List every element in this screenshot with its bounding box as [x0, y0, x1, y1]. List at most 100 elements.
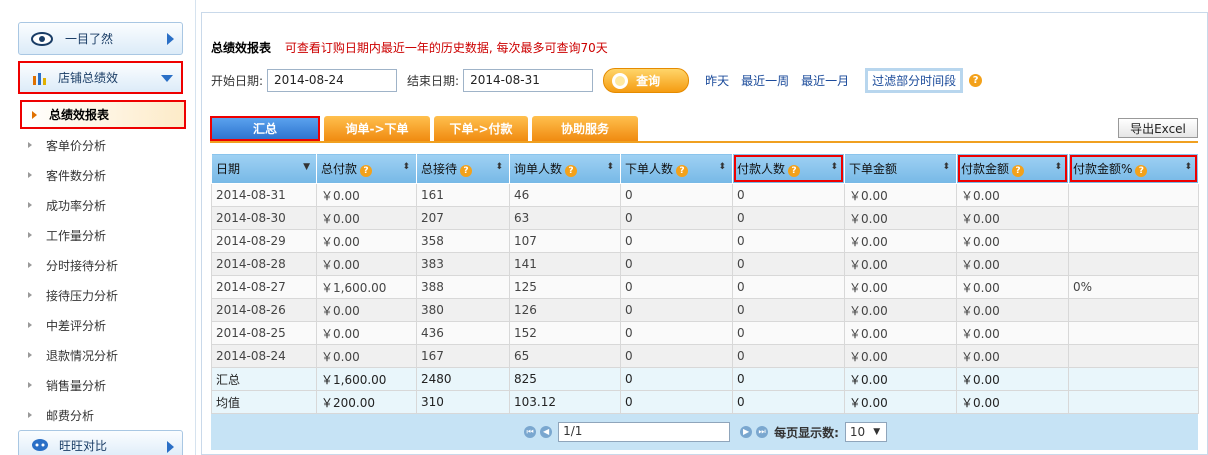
table-cell: 107 — [509, 229, 621, 253]
page-input[interactable]: 1/1 — [558, 422, 731, 442]
table-cell: ￥0.00 — [844, 298, 957, 322]
table-cell: 2014-08-26 — [211, 298, 317, 322]
chat-icon — [32, 439, 48, 451]
help-icon[interactable]: ? — [460, 165, 473, 177]
column-header[interactable]: 下单人数? ⬍ — [620, 153, 733, 184]
bullet-icon — [28, 142, 32, 148]
chevron-down-icon — [161, 75, 173, 82]
per-page-select[interactable]: 10 ▼ — [844, 422, 887, 442]
table-header-row: 日期 ▼ 总付款? ⬍ 总接待? ⬍ 询单人数? ⬍ 下单人数? ⬍ 付款人数? ⬍ 下单金额 ⬍ 付款金额… — [211, 153, 1199, 184]
column-header-label: 总付款 — [321, 162, 358, 176]
first-page-icon[interactable]: ⏮ — [524, 426, 537, 438]
table-cell: 65 — [509, 344, 621, 368]
page-title: 总绩效报表 — [211, 41, 272, 55]
sidebar-item[interactable]: 分时接待分析 — [28, 250, 188, 280]
table-cell: 0 — [732, 206, 845, 230]
table-cell — [1068, 206, 1199, 230]
next-page-icon[interactable]: ▶ — [740, 426, 753, 438]
help-icon[interactable]: ? — [676, 165, 689, 177]
column-header[interactable]: 付款人数? ⬍ — [732, 153, 845, 184]
tab-assist-service[interactable]: 协助服务 — [532, 116, 638, 141]
sidebar-item[interactable]: 退款情况分析 — [28, 340, 188, 370]
column-header-label: 询单人数 — [514, 162, 563, 176]
sidebar-item-wangwang-compare[interactable]: 旺旺对比 — [18, 430, 183, 455]
table-cell: ￥0.00 — [316, 298, 417, 322]
column-header[interactable]: 询单人数? ⬍ — [509, 153, 621, 184]
last-month-link[interactable]: 最近一月 — [801, 72, 849, 89]
table-cell: ￥0.00 — [956, 252, 1069, 276]
sidebar-item[interactable]: 销售量分析 — [28, 370, 188, 400]
column-header[interactable]: 日期 ▼ — [211, 153, 317, 184]
table-cell: ￥0.00 — [316, 229, 417, 253]
sort-icon[interactable]: ⬍ — [942, 162, 950, 172]
column-header[interactable]: 付款金额? ⬍ — [956, 153, 1069, 184]
table-cell: ￥0.00 — [956, 367, 1069, 391]
table-cell: ￥0.00 — [844, 390, 957, 414]
sidebar-item[interactable]: 中差评分析 — [28, 310, 188, 340]
table-cell: ￥200.00 — [316, 390, 417, 414]
sort-down-icon[interactable]: ▼ — [303, 162, 310, 172]
prev-page-icon[interactable]: ◀ — [540, 426, 553, 438]
table-body: 2014-08-31 ￥0.00 161 46 0 0 ￥0.00 ￥0.00 2014-08-… — [211, 183, 1199, 414]
sidebar-item[interactable]: 邮费分析 — [28, 400, 188, 430]
start-date-input[interactable]: 2014-08-24 — [267, 69, 398, 92]
table-cell: ￥0.00 — [316, 206, 417, 230]
sidebar-item[interactable]: 成功率分析 — [28, 190, 188, 220]
filter-time-button[interactable]: 过滤部分时间段 — [865, 68, 964, 93]
sidebar-item-overview[interactable]: 一目了然 — [18, 22, 183, 55]
tab-inquiry-to-order[interactable]: 询单->下单 — [324, 116, 430, 141]
last-page-icon[interactable]: ⏭ — [756, 426, 769, 438]
table-cell: ￥0.00 — [844, 229, 957, 253]
sidebar-item[interactable]: 客件数分析 — [28, 160, 188, 190]
table-cell: 0 — [620, 252, 733, 276]
sidebar-item-label: 工作量分析 — [46, 228, 107, 243]
search-icon — [612, 72, 629, 89]
table-cell: 0 — [620, 344, 733, 368]
sidebar-item-label: 一目了然 — [65, 32, 114, 46]
help-icon[interactable]: ? — [360, 165, 373, 177]
sort-icon[interactable]: ⬍ — [606, 162, 614, 172]
sidebar-item[interactable]: 客单价分析 — [28, 130, 188, 160]
sort-icon[interactable]: ⬍ — [718, 162, 726, 172]
sidebar-section-store-performance[interactable]: 店铺总绩效 — [18, 61, 183, 94]
sidebar-item-performance-report[interactable]: 总绩效报表 — [20, 100, 186, 129]
help-icon[interactable]: ? — [565, 165, 578, 177]
table-cell: 0 — [620, 183, 733, 207]
table-cell: ￥0.00 — [956, 344, 1069, 368]
end-date-input[interactable]: 2014-08-31 — [463, 69, 594, 92]
export-excel-button[interactable]: 导出Excel — [1118, 118, 1198, 138]
table-cell: 0 — [732, 344, 845, 368]
table-cell — [1068, 390, 1199, 414]
query-button[interactable]: 查询 — [603, 68, 690, 93]
per-page-label: 每页显示数: — [774, 425, 839, 440]
bullet-icon — [28, 412, 32, 418]
sidebar-section-label: 店铺总绩效 — [58, 71, 119, 85]
table-cell: 2480 — [416, 367, 510, 391]
last-week-link[interactable]: 最近一周 — [741, 72, 789, 89]
table-cell: 126 — [509, 298, 621, 322]
column-header[interactable]: 付款金额%? ⬍ — [1068, 153, 1199, 184]
help-icon[interactable]: ? — [969, 74, 983, 87]
table-cell: 0 — [620, 275, 733, 299]
sort-icon[interactable]: ⬍ — [402, 162, 410, 172]
table-cell: ￥1,600.00 — [316, 275, 417, 299]
column-header[interactable]: 下单金额 ⬍ — [844, 153, 957, 184]
chevron-right-icon — [167, 33, 174, 45]
tab-order-to-payment[interactable]: 下单->付款 — [434, 116, 528, 141]
sidebar-item-label: 接待压力分析 — [46, 288, 119, 303]
sidebar-item[interactable]: 工作量分析 — [28, 220, 188, 250]
table-cell: 0 — [732, 367, 845, 391]
table-cell: 0 — [620, 367, 733, 391]
table-cell: 825 — [509, 367, 621, 391]
table-cell: 0 — [732, 183, 845, 207]
table-cell: 46 — [509, 183, 621, 207]
yesterday-link[interactable]: 昨天 — [705, 72, 729, 89]
tab-underline — [210, 141, 1198, 143]
table-cell: 2014-08-29 — [211, 229, 317, 253]
sidebar-item[interactable]: 接待压力分析 — [28, 280, 188, 310]
column-header[interactable]: 总接待? ⬍ — [416, 153, 510, 184]
bullet-icon — [28, 232, 32, 238]
column-header[interactable]: 总付款? ⬍ — [316, 153, 417, 184]
sort-icon[interactable]: ⬍ — [495, 162, 503, 172]
tab-summary[interactable]: 汇总 — [210, 116, 320, 141]
